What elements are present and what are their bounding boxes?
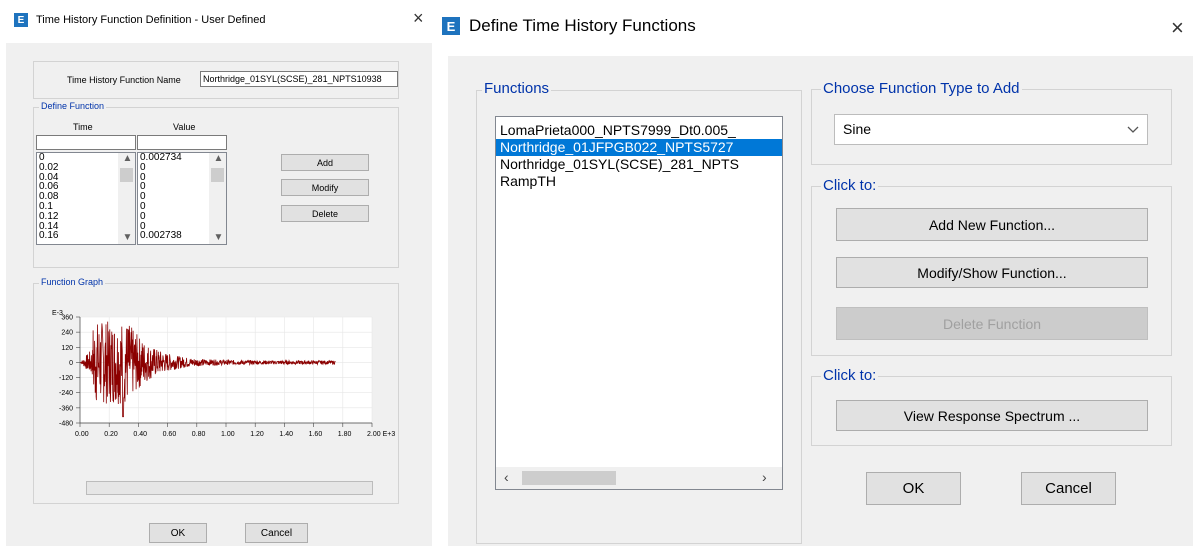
function-graph-title: Function Graph [39, 277, 106, 287]
functions-items: LomaPrieta000_NPTS7999_Dt0.005_ Northridg… [496, 117, 782, 190]
x-tick-label: 1.00 [221, 431, 235, 438]
scroll-thumb[interactable] [522, 471, 616, 485]
right-dialog-body: Functions LomaPrieta000_NPTS7999_Dt0.005… [448, 56, 1193, 546]
value-list[interactable]: 0.002734 0 0 0 0 0 0 0 0.002738 ▲ ▼ [137, 152, 227, 245]
y-tick-label: -120 [59, 375, 73, 382]
app-icon: E [442, 17, 460, 35]
y-ticks: 360 240 120 0 -120 -240 -360 -480 [59, 315, 80, 428]
ok-button[interactable]: OK [866, 472, 961, 505]
function-list-item[interactable]: Northridge_01SYL(SCSE)_281_NPTS [496, 156, 782, 173]
function-list-item[interactable]: RampTH [496, 173, 782, 190]
define-function-title: Define Function [39, 101, 107, 111]
x-tick-label: 0.20 [104, 431, 118, 438]
app-icon: E [14, 13, 28, 27]
scroll-thumb[interactable] [120, 168, 133, 182]
functions-list[interactable]: LomaPrieta000_NPTS7999_Dt0.005_ Northridg… [495, 116, 783, 490]
x-tick-label: 1.20 [250, 431, 264, 438]
function-graph: E-3 3602401200-120-240-360-480 0.00 0.20 0… [52, 310, 395, 438]
chevron-down-icon [1127, 126, 1139, 133]
left-dialog: E Time History Function Definition - Use… [0, 0, 432, 546]
scroll-up-icon[interactable]: ▲ [209, 154, 226, 164]
y-tick-label: -360 [59, 405, 73, 412]
y-tick-label: 240 [61, 330, 73, 337]
function-name-label: Time History Function Name [67, 75, 181, 85]
value-header: Value [173, 122, 196, 132]
x-tick-label: 0.60 [163, 431, 177, 438]
y-tick-label: 120 [61, 345, 73, 352]
scroll-down-icon[interactable]: ▼ [209, 233, 226, 243]
scroll-down-icon[interactable]: ▼ [118, 233, 135, 243]
function-list-item[interactable]: LomaPrieta000_NPTS7999_Dt0.005_ [496, 122, 782, 139]
modify-button[interactable]: Modify [281, 179, 369, 196]
functions-hscrollbar[interactable]: ‹ › [496, 467, 782, 489]
time-entry-input[interactable] [36, 135, 136, 150]
y-tick-label: -480 [59, 421, 73, 428]
right-dialog-title: Define Time History Functions [469, 16, 696, 35]
x-tick-label: 2.00 E+3 [367, 431, 395, 438]
add-new-function-button[interactable]: Add New Function... [836, 208, 1148, 241]
left-dialog-title: Time History Function Definition - User … [36, 14, 266, 26]
right-close-button[interactable]: × [1171, 15, 1184, 41]
x-tick-label: 0.40 [133, 431, 147, 438]
y-tick-label: 0 [69, 360, 73, 367]
click-to-label-2: Click to: [821, 367, 879, 384]
x-tick-label: 1.60 [309, 431, 323, 438]
modify-show-function-button[interactable]: Modify/Show Function... [836, 257, 1148, 288]
function-list-item[interactable]: Northridge_01JFPGB022_NPTS5727 [496, 139, 782, 156]
x-ticks: 0.00 0.20 0.40 0.60 0.80 1.00 1.20 1.40 1.60 1.80… [75, 423, 395, 438]
scroll-thumb[interactable] [211, 168, 224, 182]
scroll-right-icon[interactable]: › [762, 469, 767, 485]
view-response-spectrum-button[interactable]: View Response Spectrum ... [836, 400, 1148, 431]
left-close-button[interactable]: × [413, 8, 424, 29]
choose-type-title: Choose Function Type to Add [821, 80, 1022, 97]
x-tick-label: 0.00 [75, 431, 89, 438]
scroll-up-icon[interactable]: ▲ [118, 154, 135, 164]
value-entry-input[interactable] [137, 135, 227, 150]
progress-bar [86, 481, 373, 495]
left-dialog-body: Time History Function Name Northridge_01… [6, 43, 432, 546]
scroll-left-icon[interactable]: ‹ [504, 469, 509, 485]
time-list-scrollbar[interactable]: ▲ ▼ [118, 153, 135, 244]
x-tick-label: 1.40 [279, 431, 293, 438]
y-tick-label: -240 [59, 390, 73, 397]
delete-button[interactable]: Delete [281, 205, 369, 222]
delete-function-button[interactable]: Delete Function [836, 307, 1148, 340]
function-type-value: Sine [843, 121, 872, 137]
cancel-button[interactable]: Cancel [1021, 472, 1116, 505]
cancel-button[interactable]: Cancel [245, 523, 308, 543]
x-tick-label: 1.80 [338, 431, 352, 438]
ok-button[interactable]: OK [149, 523, 207, 543]
y-tick-label: 360 [61, 315, 73, 322]
value-list-scrollbar[interactable]: ▲ ▼ [209, 153, 226, 244]
time-header: Time [73, 122, 93, 132]
time-list[interactable]: 0 0.02 0.04 0.06 0.08 0.1 0.12 0.14 0.16… [36, 152, 136, 245]
function-name-input[interactable]: Northridge_01SYL(SCSE)_281_NPTS10938 [200, 71, 398, 87]
right-dialog: E Define Time History Functions × Functi… [436, 0, 1193, 546]
add-button[interactable]: Add [281, 154, 369, 171]
x-tick-label: 0.80 [192, 431, 206, 438]
click-to-label-1: Click to: [821, 177, 879, 194]
functions-title: Functions [482, 80, 552, 97]
function-type-dropdown[interactable]: Sine [834, 114, 1148, 145]
